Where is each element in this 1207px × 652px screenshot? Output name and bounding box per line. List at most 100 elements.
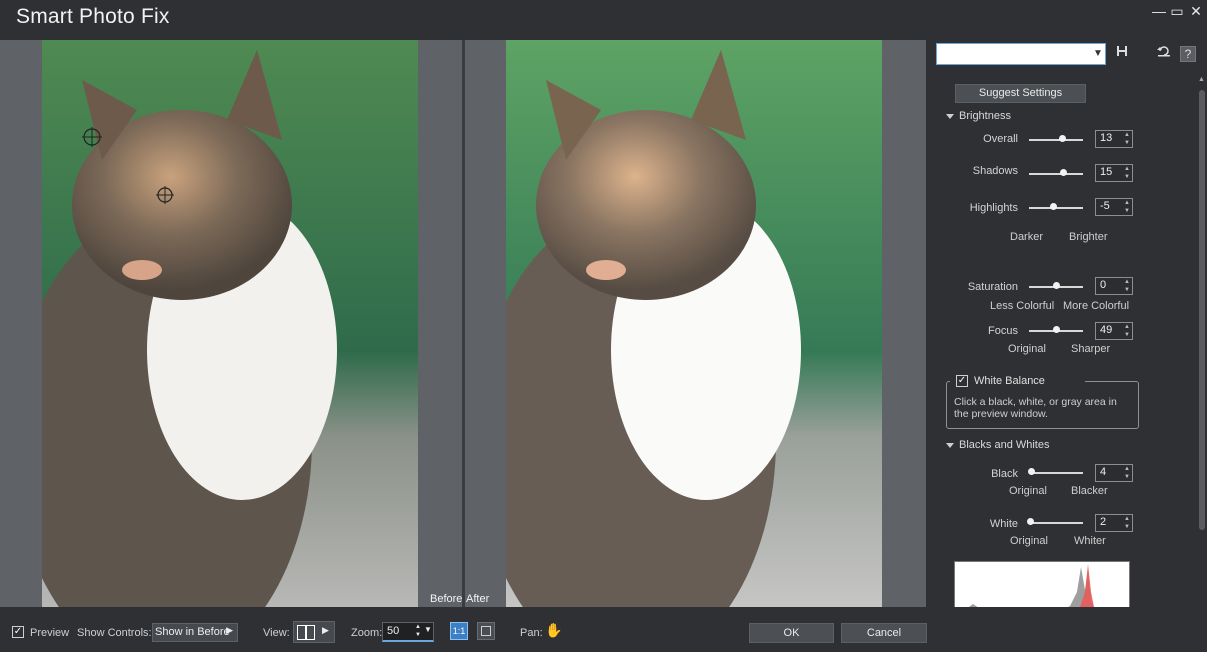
- after-photo: [506, 40, 882, 607]
- cancel-button[interactable]: Cancel: [841, 623, 927, 643]
- scroll-up-icon[interactable]: ▲: [1198, 76, 1205, 83]
- spinner-arrows-icon: ▲ ▼: [1124, 279, 1130, 293]
- hand-icon[interactable]: ✋: [545, 622, 562, 640]
- suggest-settings-button[interactable]: Suggest Settings: [955, 84, 1086, 103]
- view-dropdown[interactable]: ▶: [293, 621, 335, 643]
- split-view-icon: [297, 625, 306, 640]
- title-bar: Smart Photo Fix — ▭ ✕: [0, 0, 1207, 36]
- shadows-spinner[interactable]: 15 ▲ ▼: [1095, 164, 1133, 182]
- view-label: View:: [263, 627, 290, 639]
- more-colorful-label: More Colorful: [1063, 300, 1130, 312]
- overall-label: Overall: [983, 133, 1018, 145]
- shadows-slider[interactable]: [1029, 173, 1083, 175]
- black-original-label: Original: [1009, 485, 1047, 497]
- minimize-icon[interactable]: —: [1150, 2, 1168, 20]
- chevron-down-icon: ▼: [424, 625, 432, 634]
- overall-value: 13: [1100, 132, 1113, 144]
- overall-slider-handle[interactable]: [1058, 135, 1066, 142]
- blacker-label: Blacker: [1071, 485, 1108, 497]
- sharper-label: Sharper: [1071, 343, 1111, 355]
- chevron-down-icon[interactable]: ▼: [1092, 44, 1104, 64]
- black-spinner[interactable]: 4 ▲ ▼: [1095, 464, 1133, 482]
- restore-icon[interactable]: ▭: [1168, 2, 1186, 20]
- white-label: White: [989, 518, 1018, 530]
- actual-size-icon[interactable]: 1:1: [450, 622, 468, 640]
- white-balance-hint: Click a black, white, or gray area in th…: [954, 396, 1117, 420]
- focus-spinner[interactable]: 49 ▲ ▼: [1095, 322, 1133, 340]
- spinner-arrows-icon: ▲ ▼: [1124, 200, 1130, 214]
- saturation-slider-handle[interactable]: [1052, 282, 1060, 289]
- blacks-whites-header-label: Blacks and Whites: [959, 439, 1050, 451]
- spinner-arrows-icon: ▲ ▼: [1124, 466, 1130, 480]
- blacks-whites-section-header[interactable]: Blacks and Whites: [946, 439, 1049, 451]
- saturation-label: Saturation: [967, 281, 1018, 293]
- show-controls-value: Show in Before: [155, 626, 230, 638]
- close-icon[interactable]: ✕: [1187, 2, 1205, 20]
- ok-button[interactable]: OK: [749, 623, 834, 643]
- black-label: Black: [991, 468, 1018, 480]
- shadows-slider-handle[interactable]: [1060, 169, 1068, 176]
- highlights-slider-handle[interactable]: [1049, 203, 1057, 210]
- split-view-icon-right: [306, 625, 315, 640]
- spinner-arrows-icon: ▲ ▼: [1124, 516, 1130, 530]
- black-value: 4: [1100, 466, 1107, 478]
- zoom-label: Zoom:: [351, 627, 383, 639]
- after-preview[interactable]: [506, 40, 882, 607]
- overall-spinner[interactable]: 13 ▲ ▼: [1095, 130, 1133, 148]
- saturation-value: 0: [1100, 279, 1107, 291]
- white-spinner[interactable]: 2 ▲ ▼: [1095, 514, 1133, 532]
- white-value: 2: [1100, 516, 1107, 528]
- preset-combo[interactable]: [936, 43, 1106, 65]
- show-controls-label: Show Controls:: [77, 627, 152, 639]
- darker-label: Darker: [1010, 231, 1044, 243]
- highlights-label: Highlights: [969, 202, 1018, 214]
- preview-label: Preview: [30, 627, 70, 639]
- chevron-right-icon: ▶: [226, 625, 233, 635]
- collapse-triangle-icon: [946, 113, 954, 119]
- before-photo: [42, 40, 418, 607]
- white-slider-handle[interactable]: [1026, 518, 1034, 525]
- zoom-value: 50: [387, 625, 400, 637]
- brighter-label: Brighter: [1069, 231, 1108, 243]
- saturation-spinner[interactable]: 0 ▲ ▼: [1095, 277, 1133, 295]
- save-icon[interactable]: [1114, 45, 1130, 61]
- before-preview[interactable]: [42, 40, 418, 607]
- preview-checkbox[interactable]: ✓: [12, 626, 24, 638]
- brightness-section-header[interactable]: Brightness: [946, 110, 1011, 122]
- reset-icon[interactable]: [1156, 45, 1172, 61]
- spinner-arrows-icon: ▲ ▼: [1124, 166, 1130, 180]
- focus-label: Focus: [988, 325, 1018, 337]
- shadows-value: 15: [1100, 166, 1113, 178]
- before-label: Before: [430, 593, 463, 605]
- help-icon[interactable]: ?: [1180, 46, 1196, 62]
- white-balance-label: White Balance: [974, 375, 1045, 387]
- after-label: After: [466, 593, 490, 605]
- spinner-arrows-icon: ▲ ▼: [1124, 324, 1130, 338]
- overall-slider[interactable]: [1029, 139, 1083, 141]
- whiter-label: Whiter: [1074, 535, 1106, 547]
- zoom-input[interactable]: 50 ▲ ▼ ▼: [382, 622, 434, 642]
- fit-to-window-icon[interactable]: [477, 622, 495, 640]
- white-original-label: Original: [1010, 535, 1048, 547]
- shadows-label: Shadows: [972, 165, 1018, 177]
- preview-divider: [462, 40, 465, 607]
- pan-label: Pan:: [520, 627, 543, 639]
- highlights-spinner[interactable]: -5 ▲ ▼: [1095, 198, 1133, 216]
- focus-value: 49: [1100, 324, 1113, 336]
- collapse-triangle-icon: [946, 442, 954, 448]
- black-slider[interactable]: [1029, 472, 1083, 474]
- focus-slider-handle[interactable]: [1052, 326, 1060, 333]
- spinner-arrows-icon: ▲ ▼: [1124, 132, 1130, 146]
- highlights-value: -5: [1100, 200, 1110, 212]
- show-controls-dropdown[interactable]: Show in Before ▶: [152, 623, 238, 642]
- brightness-header-label: Brightness: [959, 110, 1011, 122]
- fit-frame-icon: [481, 626, 491, 636]
- black-slider-handle[interactable]: [1027, 468, 1035, 475]
- scrollbar-thumb[interactable]: [1199, 90, 1205, 530]
- window-title: Smart Photo Fix: [16, 5, 170, 28]
- spinner-arrows-icon: ▲ ▼: [415, 624, 421, 638]
- focus-original-label: Original: [1008, 343, 1046, 355]
- chevron-right-icon: ▶: [322, 625, 329, 635]
- white-balance-checkbox[interactable]: ✓: [956, 375, 968, 387]
- white-slider[interactable]: [1029, 522, 1083, 524]
